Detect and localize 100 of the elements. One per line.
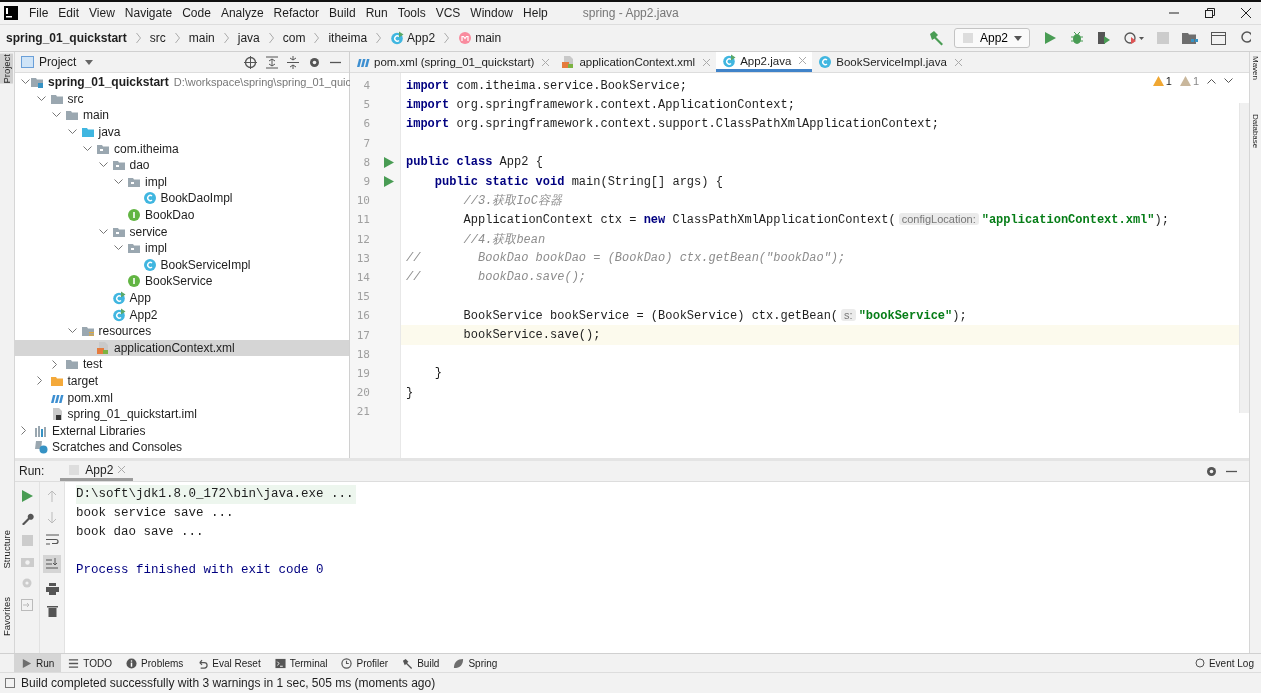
config-icon: [961, 32, 974, 44]
tree-item[interactable]: BookDaoImpl: [15, 190, 349, 207]
line-number: 4: [362, 79, 370, 93]
run-configuration-dropdown[interactable]: App2: [953, 28, 1030, 48]
soft-wrap-icon[interactable]: [45, 534, 59, 545]
rerun-icon[interactable]: [21, 490, 33, 502]
trash-icon[interactable]: [46, 605, 58, 617]
menu-item[interactable]: Edit: [53, 6, 85, 20]
tool-window-tab[interactable]: Terminal: [267, 654, 335, 672]
tree-item[interactable]: BookService: [15, 273, 349, 290]
menu-item[interactable]: Refactor: [268, 6, 324, 20]
breadcrumb[interactable]: src: [149, 31, 166, 45]
tree-item[interactable]: applicationContext.xml: [15, 339, 349, 357]
status-toggle-icon[interactable]: [5, 678, 15, 688]
tree-item[interactable]: pom.xml: [15, 389, 349, 406]
menu-item[interactable]: Build: [323, 6, 361, 20]
tree-item[interactable]: App2: [15, 306, 349, 323]
menu-item[interactable]: Analyze: [215, 6, 269, 20]
panel-title[interactable]: Project: [39, 55, 77, 69]
tool-window-button[interactable]: Database: [1250, 114, 1261, 149]
tool-window-button[interactable]: Structure: [0, 530, 13, 569]
menu-item[interactable]: Window: [465, 6, 519, 20]
tool-window-tab[interactable]: Eval Reset: [190, 654, 268, 672]
tree-item[interactable]: main: [15, 107, 349, 124]
run-icon[interactable]: [384, 176, 394, 188]
console-tab[interactable]: App2: [60, 461, 134, 481]
breadcrumb[interactable]: App2: [390, 31, 436, 45]
search-icon[interactable]: [1239, 31, 1251, 45]
tree-item[interactable]: target: [15, 372, 349, 390]
tool-window-tab[interactable]: Run: [14, 654, 62, 672]
menu-item[interactable]: View: [84, 6, 120, 20]
project-icon: [21, 56, 34, 68]
leaf-icon: [453, 657, 465, 669]
breadcrumb[interactable]: spring_01_quickstart: [6, 31, 127, 45]
tool-window-tab[interactable]: TODO: [61, 654, 120, 672]
tool-window-button[interactable]: Project: [0, 54, 13, 84]
class-icon: [111, 307, 126, 322]
breadcrumb[interactable]: main: [458, 31, 502, 45]
coverage-icon[interactable]: [1097, 31, 1111, 45]
tool-window-tab[interactable]: Profiler: [334, 654, 396, 672]
editor-tab[interactable]: App2.java: [716, 52, 813, 72]
breadcrumb[interactable]: itheima: [328, 31, 368, 45]
event-log-button[interactable]: Event Log: [1187, 654, 1261, 672]
tree-item[interactable]: resources: [15, 322, 349, 340]
tool-window-button[interactable]: Favorites: [0, 597, 13, 637]
tree-item[interactable]: src: [15, 90, 349, 108]
locate-icon[interactable]: [244, 55, 257, 69]
tree-item[interactable]: java: [15, 123, 349, 141]
restore-icon[interactable]: [1205, 8, 1215, 18]
editor-tab[interactable]: BookServiceImpl.java: [812, 52, 968, 72]
tool-window-button[interactable]: Maven: [1250, 56, 1261, 80]
status-message: Build completed successfully with 3 warnings in 1 sec, 505 ms (moments ago): [21, 676, 436, 690]
method-icon: [458, 31, 473, 45]
menu-item[interactable]: VCS: [430, 6, 466, 20]
menu-item[interactable]: File: [24, 6, 54, 20]
settings-icon[interactable]: [1205, 464, 1218, 478]
settings-icon[interactable]: [308, 55, 321, 69]
print-icon[interactable]: [45, 583, 59, 595]
caret-icon[interactable]: [85, 59, 94, 65]
menu-item[interactable]: Help: [518, 6, 553, 20]
chevron-icon: [223, 32, 229, 44]
breadcrumb[interactable]: main: [188, 31, 215, 45]
collapse-all-icon[interactable]: [287, 55, 299, 69]
tool-window-tab[interactable]: Spring: [446, 654, 505, 672]
hammer-icon[interactable]: [928, 30, 945, 46]
code-line: }: [433, 366, 442, 381]
tree-item[interactable]: BookDao: [15, 206, 349, 224]
scrollbar[interactable]: [1239, 103, 1249, 413]
run-icon[interactable]: [1043, 31, 1057, 45]
menu-item[interactable]: Navigate: [119, 6, 178, 20]
tree-item[interactable]: service: [15, 223, 349, 240]
tree-item[interactable]: BookServiceImpl: [15, 256, 349, 274]
menu-item[interactable]: Code: [177, 6, 216, 20]
terminal-icon[interactable]: [1211, 31, 1226, 45]
tree-item[interactable]: spring_01_quickstart D:\workspace\spring\spring_01_quic: [15, 74, 349, 91]
menu-item[interactable]: Run: [360, 6, 393, 20]
breadcrumb[interactable]: java: [237, 31, 260, 45]
editor-tab[interactable]: pom.xml (spring_01_quickstart): [350, 52, 556, 72]
tree-item[interactable]: spring_01_quickstart.iml: [15, 405, 349, 423]
tree-item[interactable]: External Libraries: [15, 422, 349, 440]
run-icon[interactable]: [384, 156, 394, 168]
tree-item[interactable]: impl: [15, 239, 349, 257]
tool-window-tab[interactable]: Build: [395, 654, 447, 672]
breadcrumb[interactable]: com: [282, 31, 306, 45]
debug-icon[interactable]: [1070, 31, 1084, 45]
tree-item[interactable]: Scratches and Consoles: [15, 439, 349, 456]
tree-item[interactable]: App: [15, 289, 349, 307]
source-folder-icon: [80, 125, 95, 140]
wrench-icon[interactable]: [20, 512, 34, 525]
menu-item[interactable]: Tools: [392, 6, 431, 20]
tree-item[interactable]: test: [15, 356, 349, 373]
tree-item[interactable]: com.itheima: [15, 140, 349, 157]
tool-window-tab[interactable]: Problems: [119, 654, 191, 672]
tree-item[interactable]: impl: [15, 173, 349, 191]
expand-all-icon[interactable]: [266, 55, 278, 69]
tree-item[interactable]: dao: [15, 156, 349, 174]
editor-tab[interactable]: applicationContext.xml: [555, 52, 717, 72]
close-icon[interactable]: [1241, 8, 1251, 18]
profile-icon[interactable]: [1124, 31, 1144, 45]
project-structure-icon[interactable]: [1182, 31, 1198, 45]
